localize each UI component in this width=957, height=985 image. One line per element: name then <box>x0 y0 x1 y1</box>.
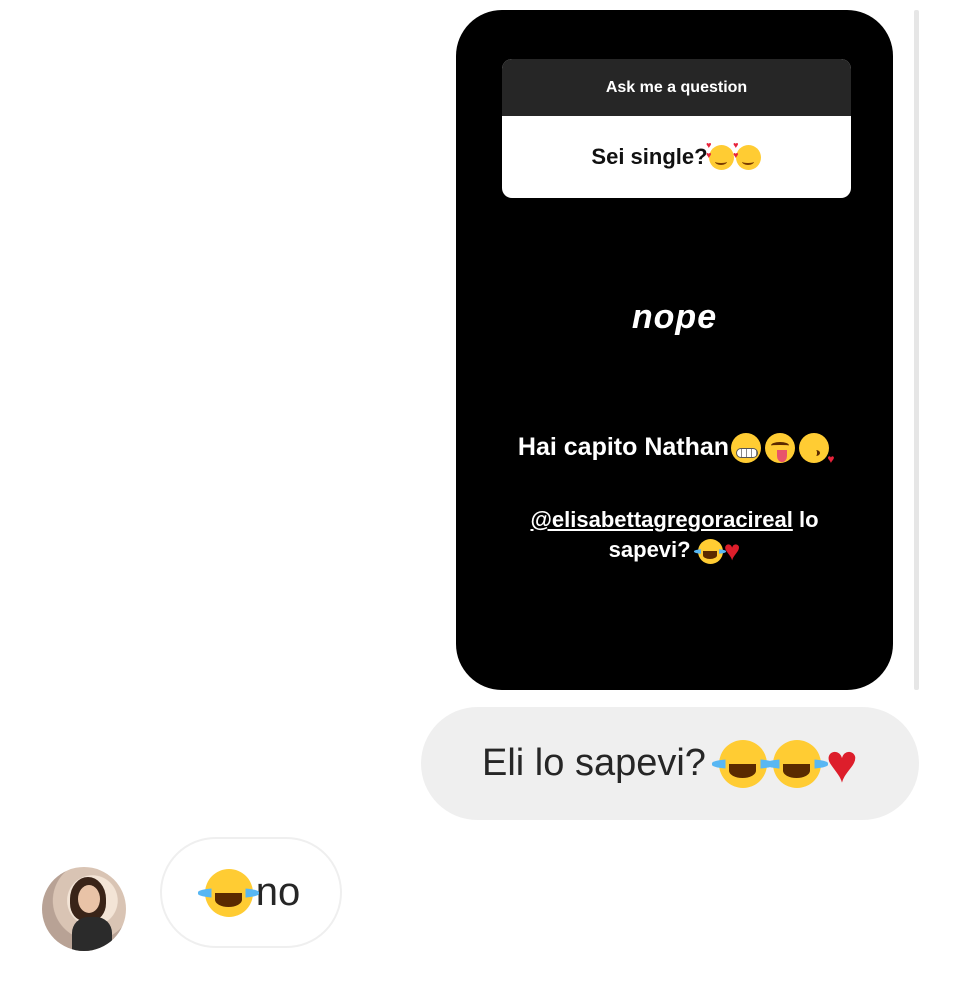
mention-suffix: lo <box>798 507 819 532</box>
face-with-tears-of-joy-icon <box>198 868 260 917</box>
incoming-message-text: no <box>255 870 301 914</box>
outgoing-message-text: Eli lo sapevi? <box>482 742 706 784</box>
story-mention-caption: @elisabettagregoracireal lo sapevi? ♥ <box>496 505 853 565</box>
outgoing-message[interactable]: Eli lo sapevi? ♥ <box>421 707 919 820</box>
reply-thread-line <box>914 10 919 690</box>
story-caption-text: Hai capito Nathan <box>517 433 730 461</box>
smiling-face-with-hearts-icon <box>733 140 761 170</box>
smiling-face-with-hearts-icon <box>706 140 734 170</box>
question-sticker-text: Sei single? <box>502 116 851 198</box>
mention-link[interactable]: @elisabettagregoracireal <box>530 507 792 532</box>
face-with-tears-of-joy-icon <box>694 538 727 564</box>
shared-story-card[interactable]: Ask me a question Sei single? nope Hai c… <box>456 10 893 690</box>
grimacing-face-icon <box>731 433 762 464</box>
question-text: Sei single? <box>591 144 708 169</box>
question-sticker-header: Ask me a question <box>502 59 851 116</box>
dm-thread: Ask me a question Sei single? nope Hai c… <box>0 0 957 985</box>
mention-line2: sapevi? <box>608 537 691 562</box>
question-sticker: Ask me a question Sei single? <box>502 59 851 198</box>
winking-face-with-tongue-icon <box>765 433 796 464</box>
red-heart-icon: ♥ <box>825 733 858 794</box>
story-answer-text: nope <box>631 298 718 336</box>
story-caption: Hai capito Nathan <box>476 433 873 466</box>
incoming-message[interactable]: no <box>160 837 342 948</box>
red-heart-icon: ♥ <box>723 535 741 567</box>
avatar[interactable] <box>42 867 126 951</box>
face-with-tears-of-joy-icon <box>712 739 774 788</box>
face-blowing-kiss-icon <box>799 433 834 466</box>
face-with-tears-of-joy-icon <box>766 739 828 788</box>
